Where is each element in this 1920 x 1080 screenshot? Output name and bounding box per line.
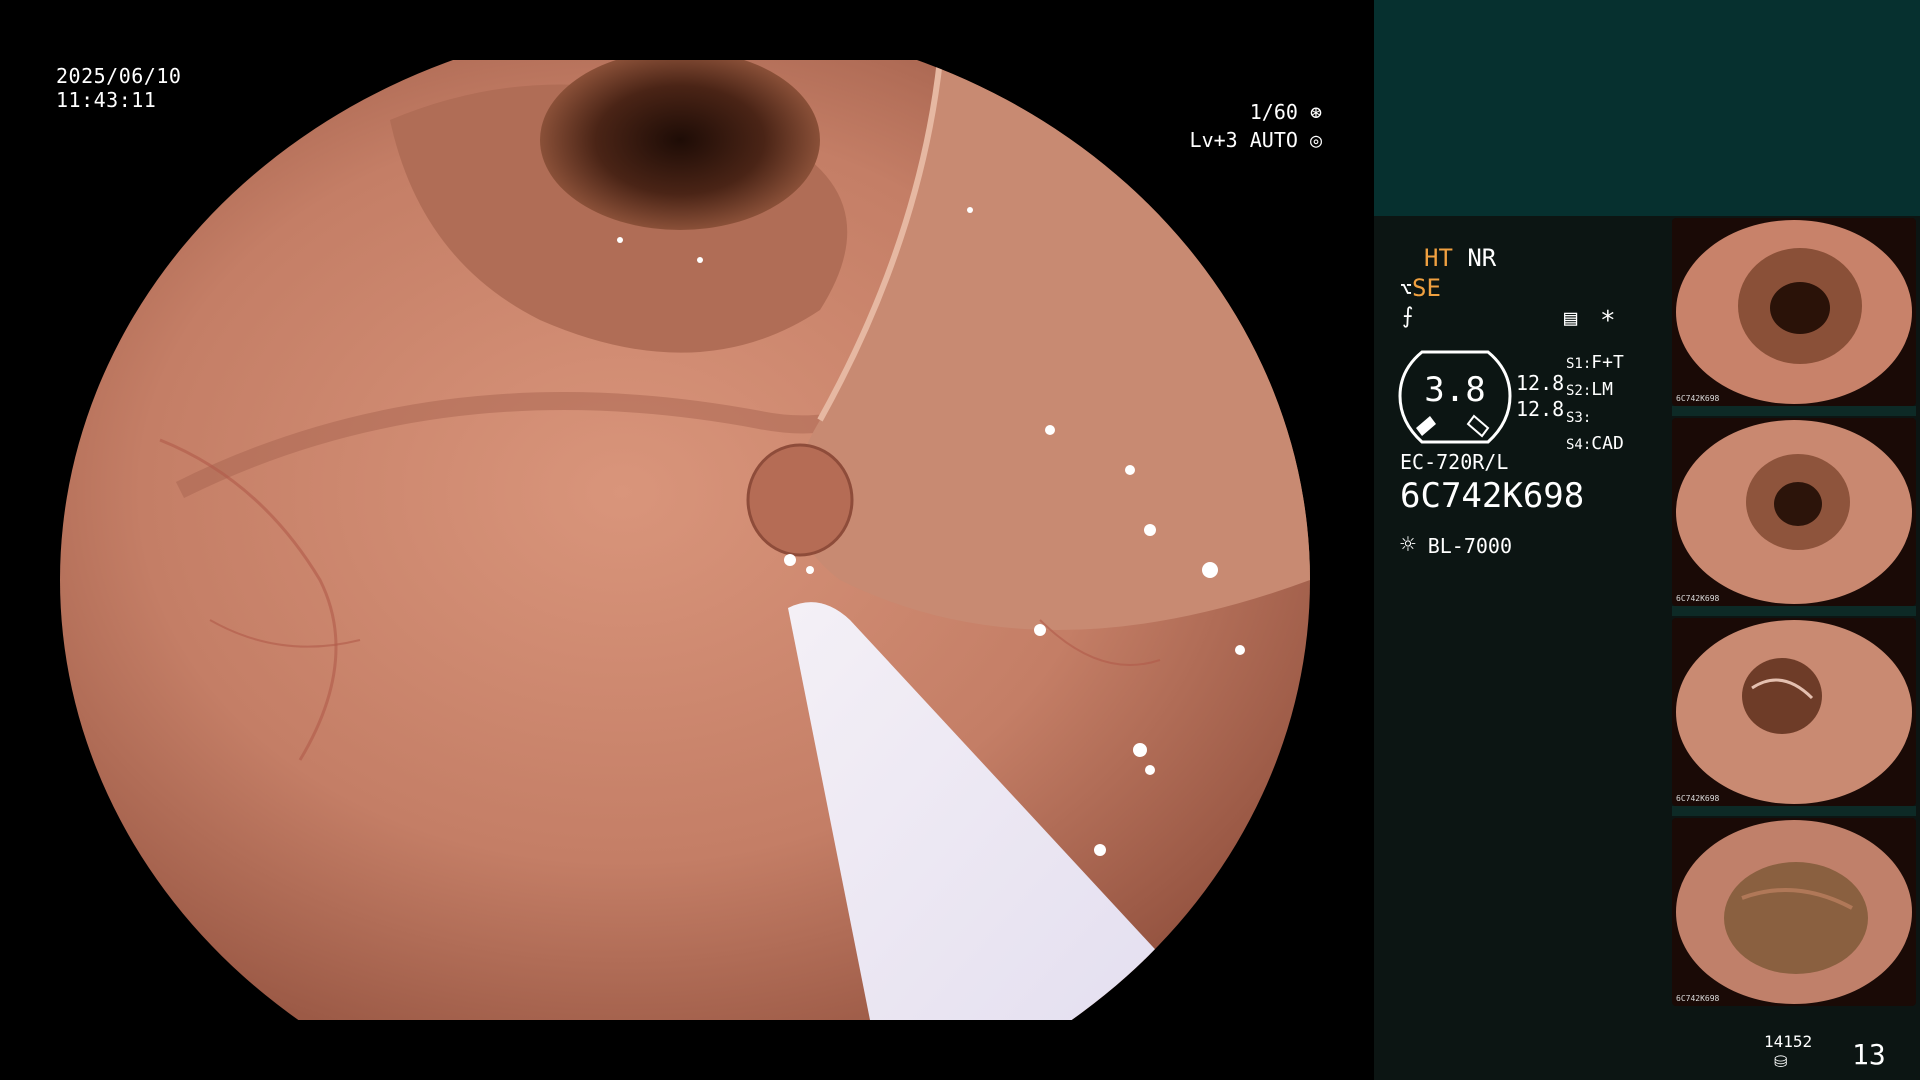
storage-icon: ⛁ (1774, 1052, 1788, 1071)
thumbnail-2-label: 6C742K698 (1676, 594, 1720, 603)
gauge-value-1: 12.8 (1516, 371, 1565, 395)
zoom-value: 3.8 (1424, 370, 1486, 410)
s1-value: F+T (1591, 352, 1624, 373)
freeze-icon: ▤ (1564, 306, 1578, 331)
date-text: 2025/06/10 (56, 64, 182, 88)
time-text: 11:43:11 (56, 88, 157, 112)
structure-icon: ⌥ (1400, 277, 1413, 301)
endoscope-view (60, 60, 1310, 1020)
ht-label: HT (1424, 244, 1453, 272)
s3-key: S3: (1566, 410, 1592, 426)
s4-key: S4: (1566, 437, 1592, 453)
switch-list: S1:F+T S2:LM S3: S4:CAD (1566, 350, 1624, 458)
thumbnail-2[interactable]: 6C742K698 (1672, 418, 1916, 606)
light-icon: ☼ (1400, 530, 1416, 560)
thumbnail-3[interactable]: 6C742K698 (1672, 618, 1916, 806)
exposure-info: 1/60 ⊛ Lv+3 AUTO ◎ (1150, 98, 1322, 154)
thumbnail-3-label: 6C742K698 (1676, 794, 1720, 803)
light-source-row: ☼ BL-7000 (1400, 530, 1512, 560)
level-text: Lv+3 AUTO (1189, 128, 1298, 152)
thumbnail-3-bar (1672, 806, 1916, 816)
se-label: SE (1412, 274, 1441, 302)
filter-icon: ⨍ (1402, 304, 1414, 329)
thumbnail-4-label: 6C742K698 (1676, 994, 1720, 1003)
shutter-icon: ⊛ (1309, 100, 1322, 124)
thumbnail-1-label: 6C742K698 (1676, 394, 1720, 403)
polyp (746, 443, 854, 557)
thumbnail-2-bar (1672, 606, 1916, 616)
timestamp: 2025/06/10 11:43:11 (56, 64, 181, 112)
panel-header (1374, 0, 1920, 216)
se-row: ⌥SE (1400, 274, 1441, 302)
ht-nr-row: HT NR (1424, 244, 1496, 272)
zoom-gauge: 3.8 (1398, 350, 1512, 444)
counter-small: 14152 (1764, 1032, 1813, 1051)
scope-model: EC-720R/L (1400, 450, 1509, 474)
nr-label: NR (1467, 244, 1497, 272)
asterisk-label: * (1600, 306, 1616, 336)
thumbnail-1[interactable]: 6C742K698 (1672, 218, 1916, 406)
thumbnail-1-bar (1672, 406, 1916, 416)
counter-big: 13 (1852, 1038, 1886, 1071)
scope-serial: 6C742K698 (1400, 476, 1585, 516)
gauge-values: 12.8 12.8 (1516, 370, 1564, 422)
s2-key: S2: (1566, 383, 1592, 399)
s1-key: S1: (1566, 356, 1592, 372)
s2-value: LM (1591, 379, 1613, 400)
gauge-value-2: 12.8 (1516, 397, 1565, 421)
shutter-text: 1/60 (1249, 100, 1298, 124)
light-source: BL-7000 (1427, 534, 1512, 558)
s4-value: CAD (1591, 433, 1624, 454)
auto-icon: ◎ (1309, 128, 1322, 152)
thumbnail-4[interactable]: 6C742K698 (1672, 818, 1916, 1006)
